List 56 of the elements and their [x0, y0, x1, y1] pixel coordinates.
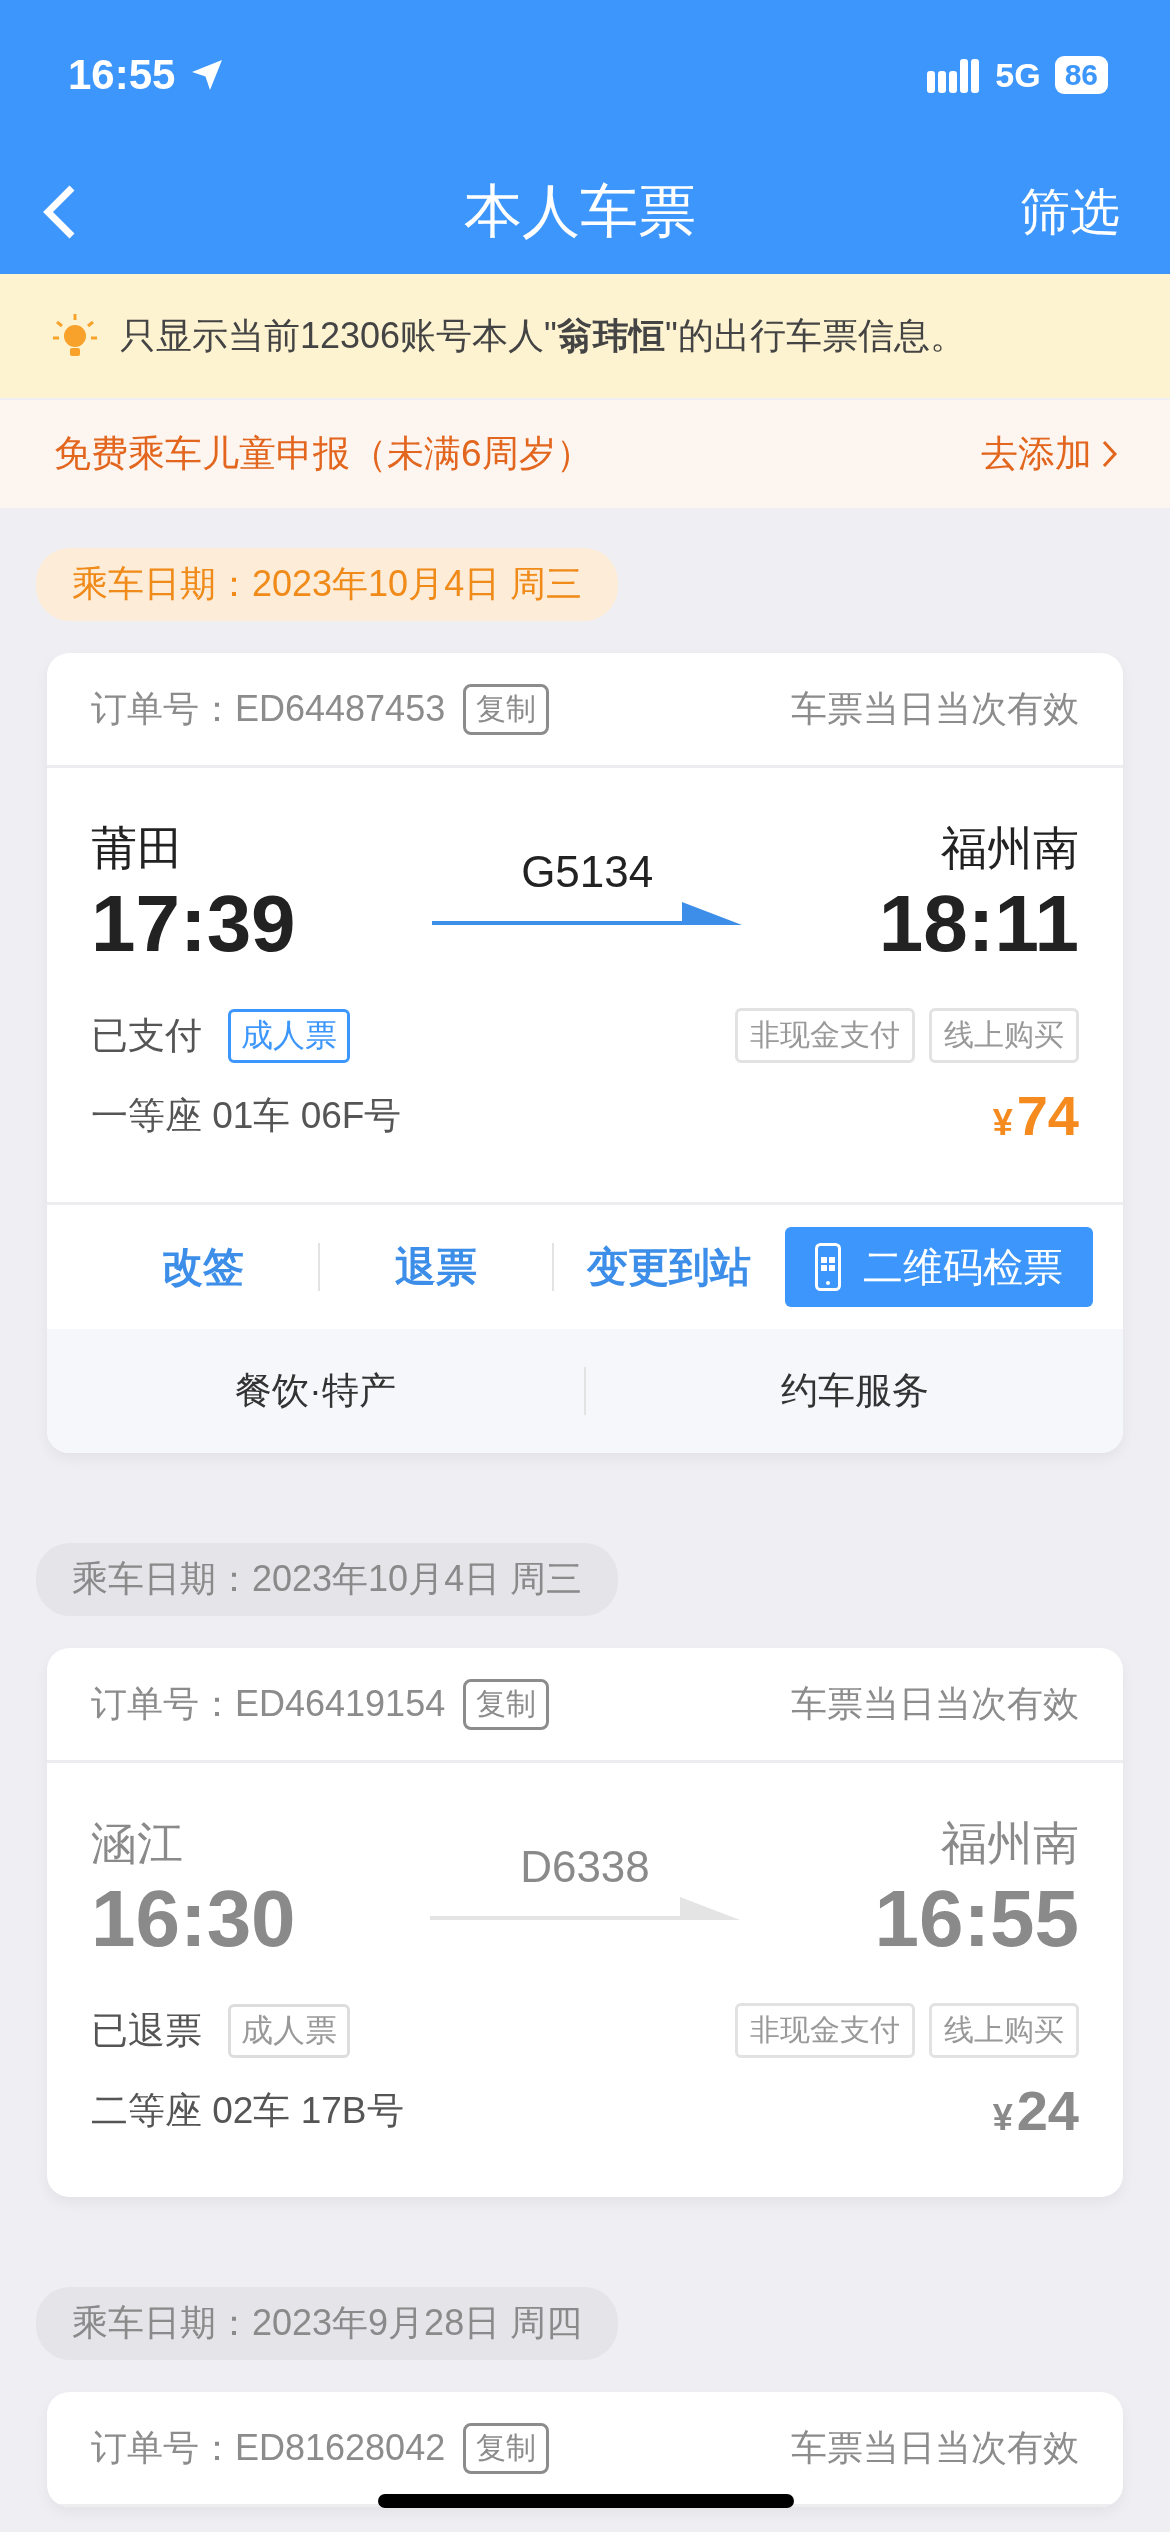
- qr-check-in-button[interactable]: 二维码检票: [785, 1227, 1093, 1307]
- chevron-right-icon: [1102, 440, 1118, 468]
- travel-date: 乘车日期：2023年10月4日 周三: [36, 548, 619, 621]
- purchase-tag: 非现金支付: [735, 2003, 915, 2058]
- departure-station: 涵江: [91, 1816, 183, 1871]
- payment-status: 已退票: [91, 2008, 202, 2053]
- arrow-icon: [430, 1896, 740, 1921]
- departure-station: 莆田: [91, 821, 183, 876]
- signal-icon: [927, 57, 982, 93]
- child-declaration-text: 免费乘车儿童申报（未满6周岁）: [54, 432, 593, 476]
- purchase-tag: 线上购买: [929, 2003, 1079, 2058]
- ticket-type-tag: 成人票: [228, 2003, 350, 2058]
- purchase-tag: 非现金支付: [735, 1008, 915, 1063]
- travel-date: 乘车日期：2023年10月4日 周三: [36, 1543, 619, 1616]
- validity-text: 车票当日当次有效: [791, 686, 1079, 731]
- departure-time: 16:30: [91, 1875, 296, 1963]
- departure-time: 17:39: [91, 880, 296, 968]
- order-number: 订单号：ED64487453: [91, 686, 446, 731]
- ticket-card[interactable]: 订单号：ED46419154 复制 车票当日当次有效 涵江 16:30 D6338 福州南 16:55 已退票 成人票 非现金支付 线上购买 二等座 02车 17B号 ¥24: [47, 1648, 1123, 2197]
- travel-date: 乘车日期：2023年9月28日 周四: [36, 2287, 619, 2360]
- payment-status: 已支付: [91, 1013, 202, 1058]
- copy-button[interactable]: 复制: [463, 2422, 550, 2474]
- phone-qr-icon: [815, 1243, 841, 1291]
- copy-button[interactable]: 复制: [463, 683, 550, 735]
- ticket-price: ¥24: [992, 2078, 1079, 2143]
- order-number: 订单号：ED46419154: [91, 1681, 446, 1726]
- notice-text: 只显示当前12306账号本人"翁玮恒"的出行车票信息。: [120, 313, 966, 358]
- ticket-card[interactable]: 订单号：ED81628042 复制 车票当日当次有效: [47, 2392, 1123, 2507]
- ticket-action-button[interactable]: 改签: [87, 1238, 319, 1296]
- copy-button[interactable]: 复制: [463, 1678, 550, 1730]
- purchase-tag: 线上购买: [929, 1008, 1079, 1063]
- filter-button[interactable]: 筛选: [1020, 178, 1120, 246]
- arrival-time: 18:11: [878, 880, 1079, 968]
- train-number: D6338: [520, 1842, 650, 1892]
- ticket-price: ¥74: [992, 1083, 1079, 1148]
- arrow-icon: [432, 901, 743, 926]
- page-title: 本人车票: [463, 177, 697, 245]
- validity-text: 车票当日当次有效: [791, 2425, 1079, 2470]
- status-time: 16:55: [68, 51, 176, 99]
- network-label: 5G: [995, 55, 1041, 95]
- add-link[interactable]: 去添加: [981, 429, 1118, 479]
- order-number: 订单号：ED81628042: [91, 2425, 446, 2470]
- validity-text: 车票当日当次有效: [791, 1681, 1079, 1726]
- seat-info: 二等座 02车 17B号: [91, 2088, 404, 2133]
- seat-info: 一等座 01车 06F号: [91, 1093, 402, 1138]
- ticket-action-button[interactable]: 退票: [320, 1238, 552, 1296]
- arrival-station: 福州南: [941, 821, 1079, 876]
- ticket-type-tag: 成人票: [228, 1008, 350, 1063]
- arrival-station: 福州南: [941, 1816, 1079, 1871]
- train-number: G5134: [521, 847, 654, 897]
- ticket-card[interactable]: 订单号：ED64487453 复制 车票当日当次有效 莆田 17:39 G5134 福州南 18:11 已支付 成人票 非现金支付 线上购买 一等座 01车 06F号 ¥74 改签 退票 变更到站 二维码检票 餐饮·特产 约车服务: [47, 653, 1123, 1453]
- service-button[interactable]: 餐饮·特产: [47, 1365, 584, 1417]
- arrival-time: 16:55: [874, 1875, 1079, 1963]
- ticket-action-button[interactable]: 变更到站: [553, 1238, 785, 1296]
- battery-level: 86: [1054, 56, 1108, 94]
- service-button[interactable]: 约车服务: [586, 1365, 1123, 1417]
